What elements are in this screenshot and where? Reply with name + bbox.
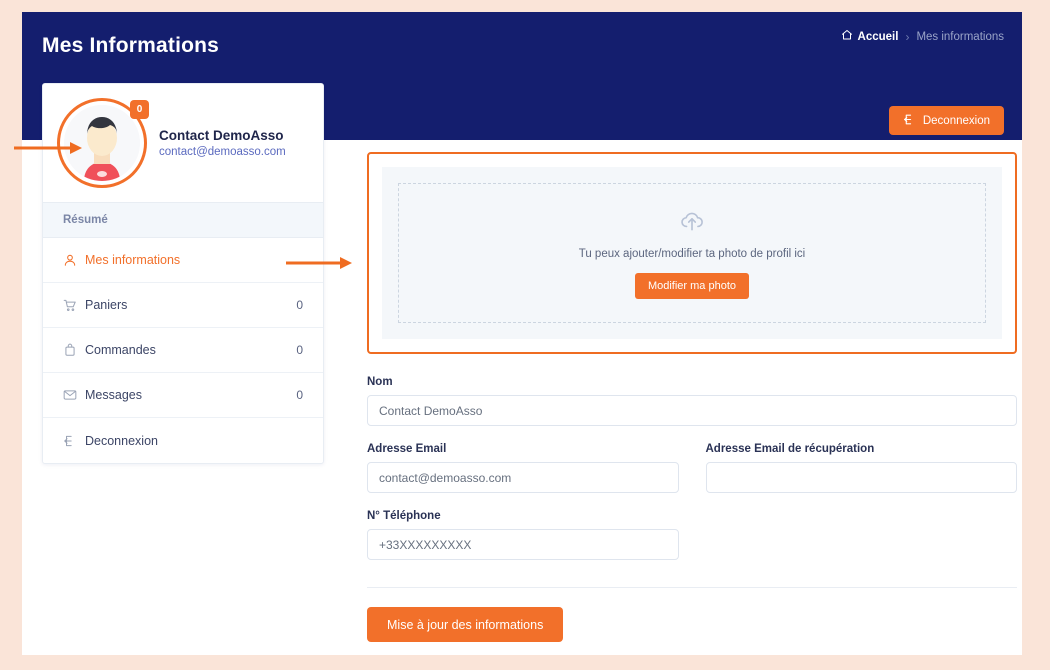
email-recovery-label: Adresse Email de récupération xyxy=(705,443,875,455)
logout-button[interactable]: Deconnexion xyxy=(888,106,1004,135)
form-divider xyxy=(367,587,1017,588)
photo-upload-text: Tu peux ajouter/modifier ta photo de pro… xyxy=(578,247,806,260)
phone-label: N° Téléphone xyxy=(367,510,441,522)
cloud-upload-icon xyxy=(679,208,705,239)
sidebar-item-label: Messages xyxy=(85,388,142,402)
field-email: Adresse Email contact@demoasso.com xyxy=(367,443,679,493)
sidebar-item-commandes[interactable]: Commandes 0 xyxy=(43,328,323,373)
phone-row-spacer xyxy=(706,510,1017,560)
sidebar-item-paniers[interactable]: Paniers 0 xyxy=(43,283,323,328)
breadcrumb-home-label: Accueil xyxy=(857,30,899,43)
sidebar: 0 Contact DemoAsso contact@demoasso.com … xyxy=(42,83,324,464)
sidebar-item-label: Mes informations xyxy=(85,253,181,267)
phone-input[interactable]: +33XXXXXXXXX xyxy=(367,529,679,560)
user-icon xyxy=(63,253,85,267)
sidebar-item-label: Commandes xyxy=(85,343,156,357)
email-row: Adresse Email contact@demoasso.com Adres… xyxy=(367,443,1017,493)
breadcrumb: Accueil › Mes informations xyxy=(841,29,1004,44)
information-form: Nom Contact DemoAsso Adresse Email conta… xyxy=(367,376,1017,642)
envelope-icon xyxy=(63,388,85,402)
sidebar-item-messages[interactable]: Messages 0 xyxy=(43,373,323,418)
sidebar-item-mes-informations[interactable]: Mes informations xyxy=(43,238,323,283)
nom-input[interactable]: Contact DemoAsso xyxy=(367,395,1017,426)
photo-upload-panel: Tu peux ajouter/modifier ta photo de pro… xyxy=(367,152,1017,354)
sidebar-item-label: Deconnexion xyxy=(85,433,158,448)
profile-email: contact@demoasso.com xyxy=(159,146,286,158)
phone-row: N° Téléphone +33XXXXXXXXX xyxy=(367,510,1017,560)
profile-name: Contact DemoAsso xyxy=(159,128,284,143)
email-label: Adresse Email xyxy=(367,443,447,455)
avatar[interactable]: 0 xyxy=(57,98,149,188)
bag-icon xyxy=(63,343,85,357)
photo-dropzone[interactable]: Tu peux ajouter/modifier ta photo de pro… xyxy=(398,183,986,323)
field-email-recovery: Adresse Email de récupération xyxy=(705,443,1017,493)
sidebar-item-count: 0 xyxy=(296,388,303,402)
breadcrumb-current: Mes informations xyxy=(916,30,1004,43)
page-container: Mes Informations Accueil › Mes informati… xyxy=(22,12,1022,655)
breadcrumb-separator: › xyxy=(905,29,910,44)
email-input[interactable]: contact@demoasso.com xyxy=(367,462,679,493)
sidebar-item-count: 0 xyxy=(296,298,303,312)
nom-label: Nom xyxy=(367,376,393,388)
logout-button-label: Deconnexion xyxy=(922,114,990,127)
profile-card: 0 Contact DemoAsso contact@demoasso.com xyxy=(43,84,323,202)
email-recovery-input[interactable] xyxy=(705,462,1017,493)
logout-icon xyxy=(903,113,916,129)
field-nom: Nom Contact DemoAsso xyxy=(367,376,1017,426)
home-icon xyxy=(841,29,853,44)
logout-icon xyxy=(63,434,85,448)
cart-icon xyxy=(63,298,85,312)
main-content: Tu peux ajouter/modifier ta photo de pro… xyxy=(367,152,1017,642)
profile-meta: Contact DemoAsso contact@demoasso.com xyxy=(159,128,286,158)
modify-photo-button[interactable]: Modifier ma photo xyxy=(634,272,750,299)
field-phone: N° Téléphone +33XXXXXXXXX xyxy=(367,510,679,560)
sidebar-section-label: Résumé xyxy=(43,202,323,238)
photo-upload-inner: Tu peux ajouter/modifier ta photo de pro… xyxy=(382,167,1002,339)
page-title: Mes Informations xyxy=(42,34,220,57)
avatar-badge: 0 xyxy=(130,100,149,119)
breadcrumb-home-link[interactable]: Accueil xyxy=(841,29,899,44)
sidebar-item-deconnexion[interactable]: Deconnexion xyxy=(43,418,323,463)
sidebar-item-count: 0 xyxy=(296,343,303,357)
sidebar-item-label: Paniers xyxy=(85,298,128,312)
update-information-button[interactable]: Mise à jour des informations xyxy=(367,607,564,642)
